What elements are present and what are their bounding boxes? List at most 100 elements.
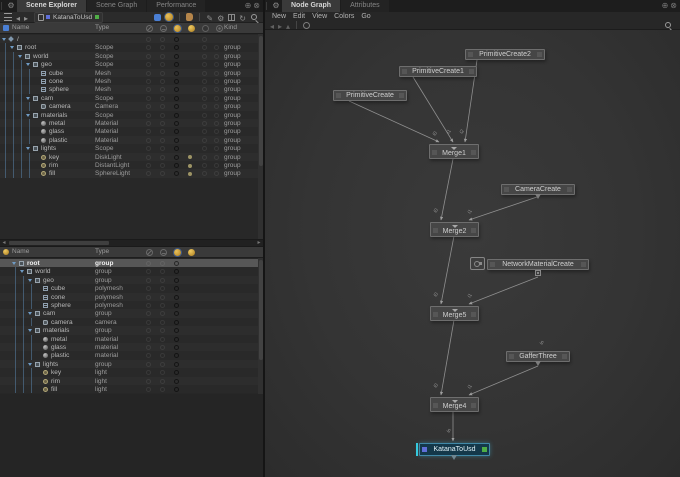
visibility-icon[interactable] [146,25,153,32]
state-ring[interactable] [146,45,151,50]
state-ring[interactable] [146,54,151,59]
state-ring[interactable] [174,96,179,101]
flag-right[interactable] [567,187,572,192]
graph-node-PrimitiveCreate[interactable]: PrimitiveCreate [333,90,407,101]
state-ring[interactable] [202,129,207,134]
flag-left[interactable] [433,403,438,408]
state-ring[interactable] [174,62,179,67]
state-ring[interactable] [174,345,179,350]
menu-view[interactable]: View [312,12,327,21]
state-ring[interactable] [174,278,179,283]
flag-right[interactable] [537,52,542,57]
search-icon[interactable] [664,21,673,30]
tree-row-fill[interactable]: fillSphereLightgroup [0,169,263,177]
state-ring[interactable] [174,138,179,143]
tree-row-root[interactable]: rootScopegroup [0,43,263,51]
flag-right[interactable] [471,150,476,155]
state-ring[interactable] [146,104,151,109]
state-ring[interactable] [174,362,179,367]
state-ring[interactable] [160,328,165,333]
tree-row-key[interactable]: keyDiskLightgroup [0,153,263,161]
state-ring[interactable] [174,54,179,59]
tab-scene-graph[interactable]: Scene Graph [87,0,146,12]
state-ring[interactable] [174,311,179,316]
tree-row-sphere[interactable]: sphereMeshgroup [0,85,263,93]
root-node-chip[interactable]: KatanaToUsd [34,12,103,23]
tree-row-rim[interactable]: rimDistantLightgroup [0,161,263,169]
tree-row-cam[interactable]: camScopegroup [0,94,263,102]
output-port-icon[interactable] [535,361,541,366]
state-ring[interactable] [160,370,165,375]
tree-row-plastic[interactable]: plasticmaterial [0,351,263,359]
columns-icon[interactable] [228,14,235,21]
state-ring[interactable] [202,45,207,50]
flag-right[interactable] [471,312,476,317]
collapse-chevron-icon[interactable] [452,400,458,403]
state-ring[interactable] [160,311,165,316]
state-ring[interactable] [202,171,207,176]
state-ring[interactable] [160,54,165,59]
tree-row-world[interactable]: worldgroup [0,267,263,275]
flag-right[interactable] [469,69,474,74]
tree-row-cone[interactable]: conepolymesh [0,293,263,301]
expand-arrow-icon[interactable] [20,270,24,273]
graph-node-KatanaToUsd[interactable]: KatanaToUsd [419,443,490,456]
tree-row-glass[interactable]: glassMaterialgroup [0,127,263,135]
state-ring[interactable] [160,269,165,274]
flag-left[interactable] [433,312,438,317]
state-ring[interactable] [160,303,165,308]
tree-row-cube[interactable]: cubeMeshgroup [0,69,263,77]
state-ring[interactable] [146,62,151,67]
state-ring[interactable] [146,138,151,143]
state-ring[interactable] [146,353,151,358]
flag-right[interactable] [399,93,404,98]
state-ring[interactable] [160,337,165,342]
expand-arrow-icon[interactable] [28,329,32,332]
tree-row-plastic[interactable]: plasticMaterialgroup [0,136,263,144]
state-ring[interactable] [160,171,165,176]
state-ring[interactable] [174,286,179,291]
state-ring[interactable] [174,269,179,274]
state-ring[interactable] [174,387,179,392]
bottom-tree-vertical-scrollbar[interactable] [258,258,263,394]
column-header-kind[interactable]: Kind [224,23,237,33]
state-ring[interactable] [160,87,165,92]
state-ring[interactable] [146,37,151,42]
state-ring[interactable] [202,121,207,126]
state-ring[interactable] [146,269,151,274]
state-ring[interactable] [174,303,179,308]
expand-arrow-icon[interactable] [12,262,16,265]
state-ring[interactable] [202,104,207,109]
flag-left[interactable] [468,52,473,57]
state-ring[interactable] [160,146,165,151]
tree-row-sphere[interactable]: spherepolymesh [0,301,263,309]
state-ring[interactable] [174,113,179,118]
state-ring[interactable] [146,163,151,168]
world-icon[interactable] [303,22,310,29]
graph-node-Merge4[interactable]: Merge4 [430,397,479,412]
search-icon[interactable] [250,13,259,22]
state-ring[interactable] [160,295,165,300]
expand-arrow-icon[interactable] [28,363,32,366]
state-ring[interactable] [160,320,165,325]
column-header-type[interactable]: Type [95,247,109,257]
state-ring[interactable] [160,278,165,283]
graph-node-CameraCreate[interactable]: CameraCreate [501,184,575,195]
state-ring[interactable] [160,121,165,126]
column-header-name[interactable]: Name [12,23,29,33]
tree-row-metal[interactable]: metalmaterial [0,335,263,343]
expand-arrow-icon[interactable] [26,63,30,66]
state-ring[interactable] [174,121,179,126]
state-ring[interactable] [174,146,179,151]
collapse-chevron-icon[interactable] [451,147,457,150]
flag-right[interactable] [471,403,476,408]
state-ring[interactable] [174,104,179,109]
state-ring[interactable] [174,79,179,84]
state-ring[interactable] [202,163,207,168]
state-ring[interactable] [174,171,179,176]
close-icon[interactable] [670,0,677,12]
state-ring[interactable] [174,37,179,42]
tree-row-materials[interactable]: materialsScopegroup [0,111,263,119]
state-ring[interactable] [146,362,151,367]
graph-node-Merge1[interactable]: Merge1 [429,144,479,159]
